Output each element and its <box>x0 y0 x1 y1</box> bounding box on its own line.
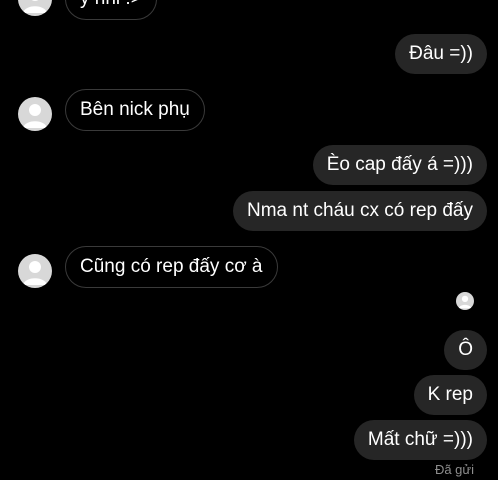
sender-avatar-icon[interactable] <box>18 0 52 16</box>
incoming-message-bubble[interactable]: Cũng có rep đấy cơ à <box>65 246 278 288</box>
message-text: Bên nick phụ <box>80 99 190 120</box>
outgoing-message-bubble[interactable]: Đâu =)) <box>395 34 487 74</box>
outgoing-message-bubble[interactable]: Mất chữ =))) <box>353 420 487 460</box>
message-text: ý nhỉ :> <box>80 0 142 9</box>
message-text: Đâu =)) <box>409 43 473 64</box>
message-text: Nma nt cháu cx có rep đấy <box>247 200 473 221</box>
delivery-status: Đã gửi <box>434 462 474 477</box>
outgoing-message-bubble[interactable]: Èo cap đấy á =))) <box>312 145 487 185</box>
message-text: Ô <box>458 339 473 360</box>
outgoing-message-bubble[interactable]: Nma nt cháu cx có rep đấy <box>233 191 487 231</box>
message-text: Èo cap đấy á =))) <box>326 154 473 175</box>
sender-avatar-icon[interactable] <box>18 254 52 288</box>
message-text: K rep <box>427 384 473 405</box>
seen-receipt-avatar-icon <box>456 292 474 310</box>
incoming-message-bubble[interactable]: ý nhỉ :> <box>65 0 157 20</box>
outgoing-message-bubble[interactable]: Ô <box>444 330 487 370</box>
sender-avatar-icon[interactable] <box>18 97 52 131</box>
message-text: Cũng có rep đấy cơ à <box>80 256 263 277</box>
incoming-message-bubble[interactable]: Bên nick phụ <box>65 89 205 131</box>
message-text: Mất chữ =))) <box>367 429 473 450</box>
outgoing-message-bubble[interactable]: K rep <box>413 375 487 415</box>
